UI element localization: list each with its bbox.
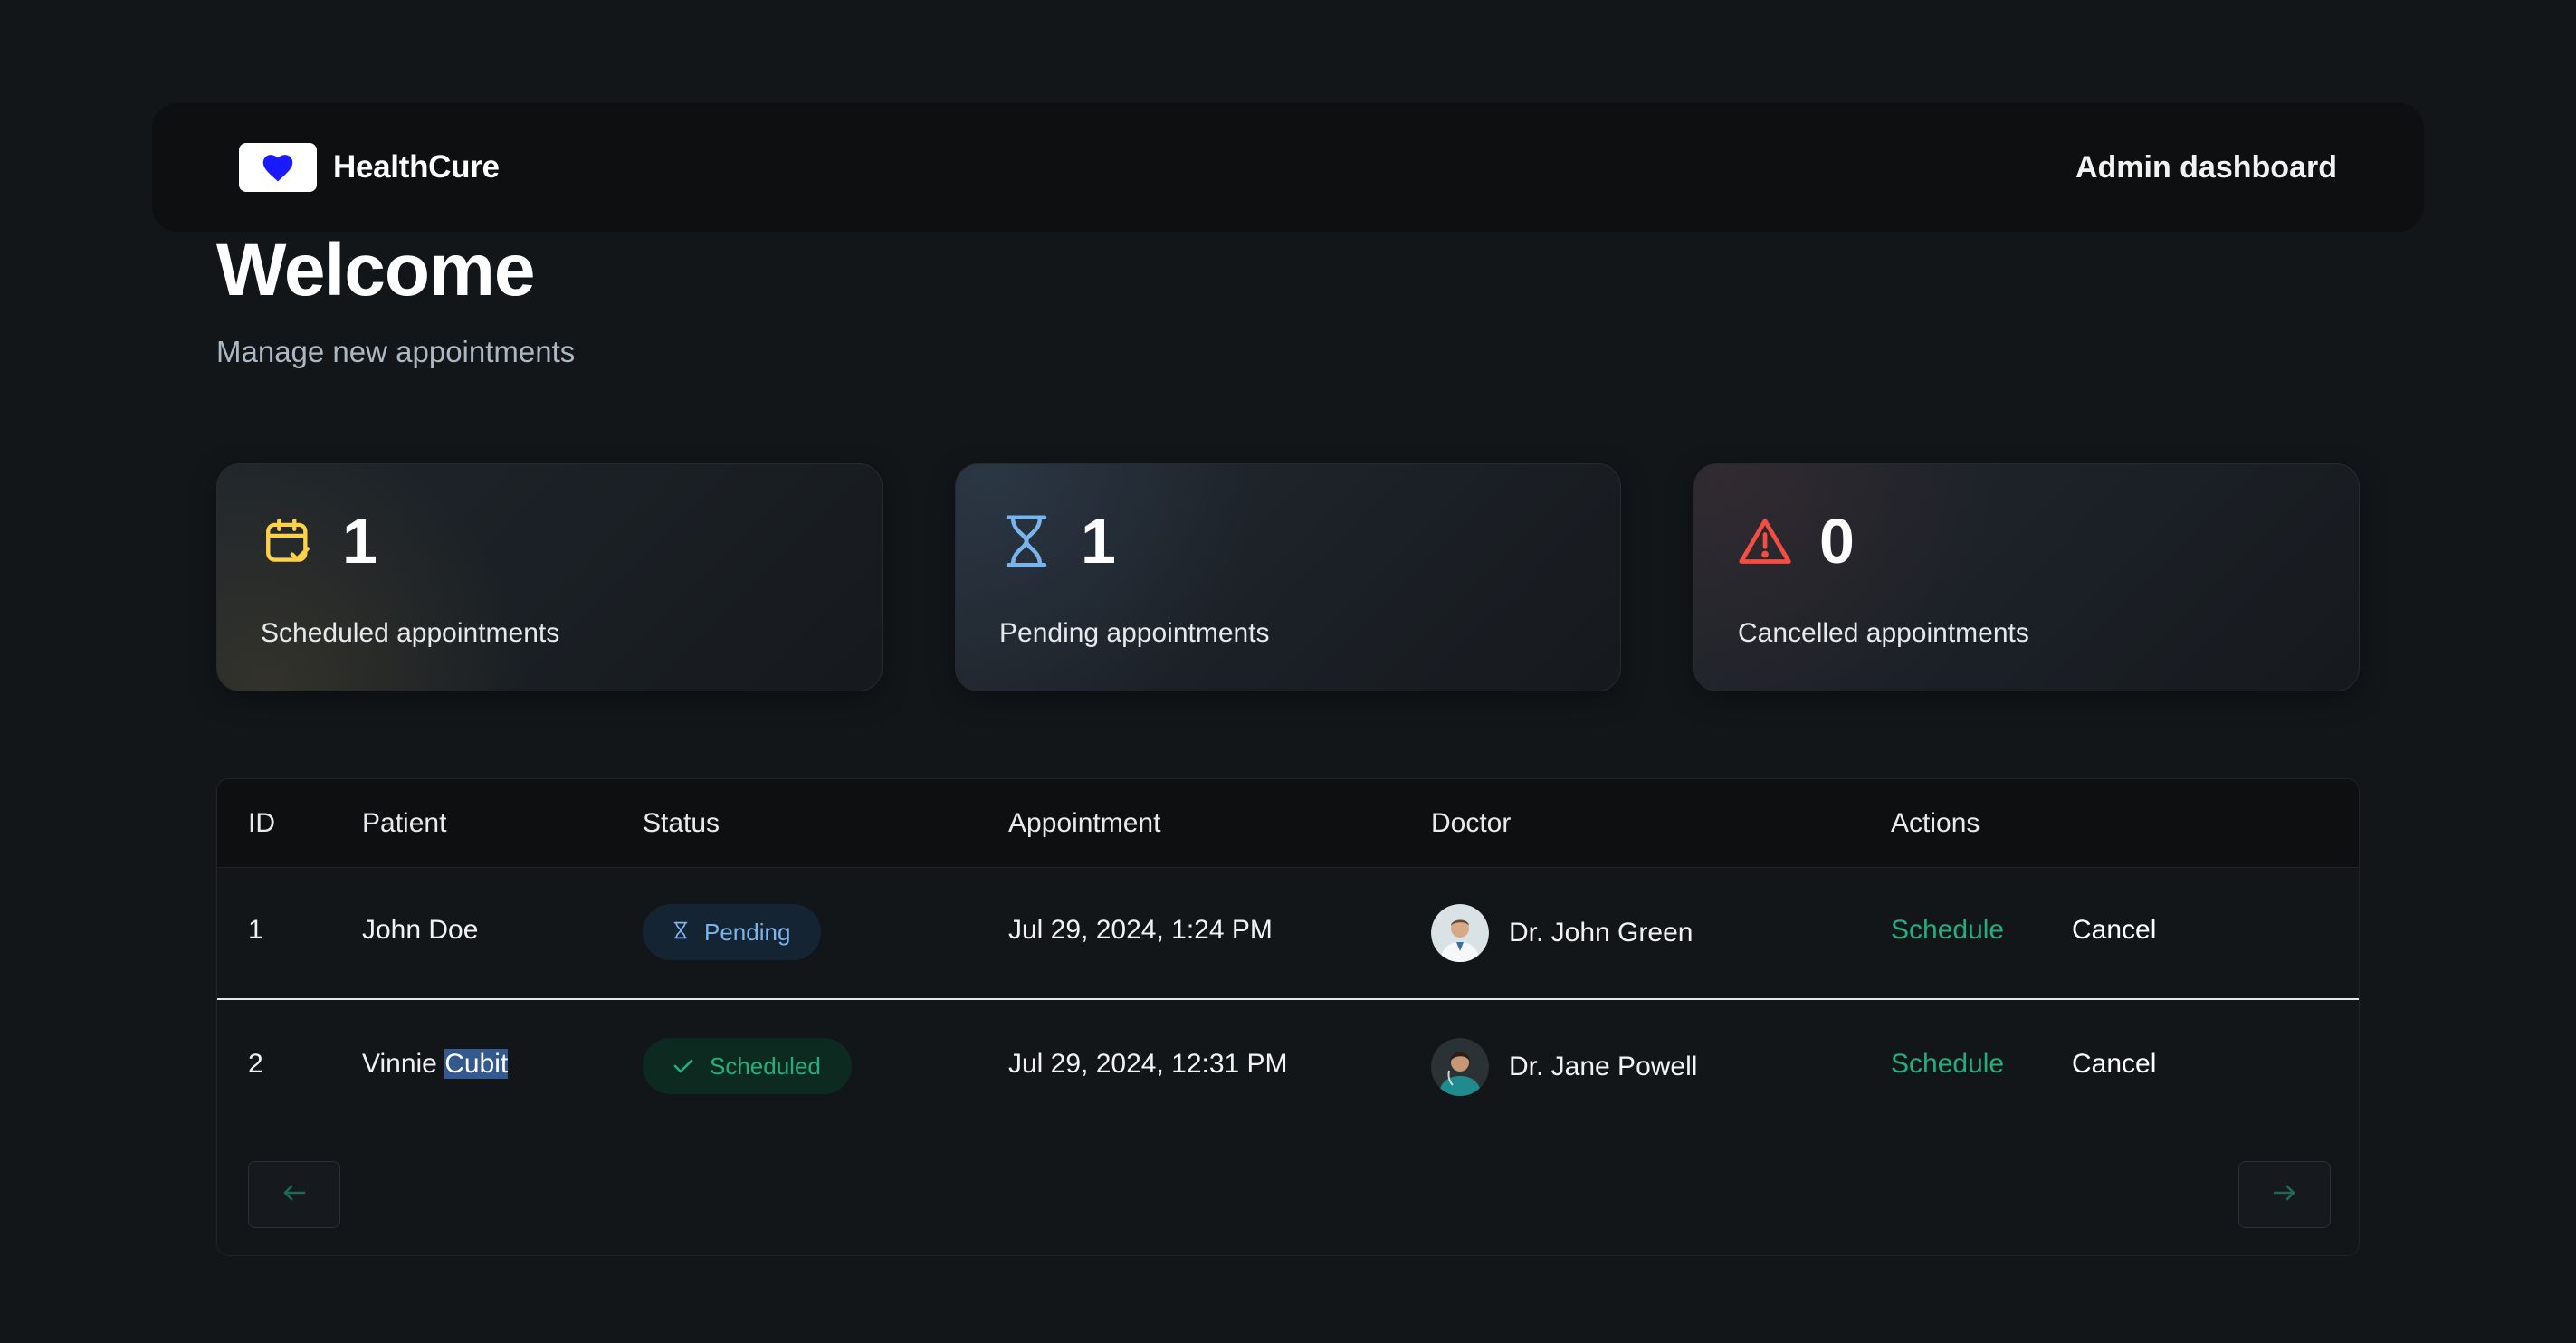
column-header-patient: Patient — [362, 808, 447, 838]
stat-count: 1 — [1081, 506, 1116, 576]
status-label: Scheduled — [710, 1052, 821, 1080]
stat-label: Cancelled appointments — [1738, 618, 2029, 648]
stat-count: 1 — [342, 506, 377, 576]
admin-dashboard-page: HealthCure Admin dashboard Welcome Manag… — [0, 0, 2576, 1343]
patient-first-name: Vinnie — [362, 1049, 437, 1079]
avatar — [1431, 1038, 1489, 1096]
top-header: HealthCure Admin dashboard — [152, 103, 2424, 232]
hourglass-icon — [999, 514, 1054, 568]
avatar — [1431, 904, 1489, 962]
cell-doctor: Dr. Jane Powell — [1431, 1038, 1697, 1096]
column-header-doctor: Doctor — [1431, 808, 1512, 838]
column-header-appointment: Appointment — [1008, 808, 1161, 838]
arrow-left-icon — [282, 1184, 306, 1206]
brand-name: HealthCure — [333, 149, 500, 185]
stat-card-pending: 1 Pending appointments — [955, 463, 1621, 691]
cell-patient: John Doe — [362, 915, 479, 945]
stat-card-scheduled: 1 Scheduled appointments — [216, 463, 883, 691]
cancel-button[interactable]: Cancel — [2072, 1049, 2156, 1080]
status-label: Pending — [704, 918, 791, 946]
stat-card-cancelled: 0 Cancelled appointments — [1693, 463, 2360, 691]
schedule-button[interactable]: Schedule — [1891, 1049, 2004, 1080]
stat-count: 0 — [1819, 506, 1855, 576]
table-row: 2 Vinnie Cubit Scheduled Jul 29, 2024, 1… — [217, 1002, 2359, 1134]
doctor-name: Dr. Jane Powell — [1509, 1052, 1698, 1081]
cell-appointment: Jul 29, 2024, 12:31 PM — [1008, 1049, 1288, 1079]
brand-logo[interactable]: HealthCure — [239, 143, 500, 192]
calendar-check-icon — [261, 514, 315, 568]
table-row: 1 John Doe Pending Jul 29, 2024, 1:24 PM — [217, 868, 2359, 1000]
next-page-button[interactable] — [2238, 1161, 2331, 1228]
cell-appointment: Jul 29, 2024, 1:24 PM — [1008, 915, 1273, 945]
doctor-name: Dr. John Green — [1509, 918, 1693, 948]
cell-patient: Vinnie Cubit — [362, 1049, 509, 1080]
status-badge-scheduled: Scheduled — [643, 1038, 852, 1094]
heart-icon — [239, 143, 317, 192]
cancel-button[interactable]: Cancel — [2072, 915, 2156, 946]
appointments-table: ID Patient Status Appointment Doctor Act… — [216, 778, 2360, 1256]
admin-dashboard-label: Admin dashboard — [2075, 149, 2337, 185]
status-badge-pending: Pending — [643, 904, 822, 960]
alert-triangle-icon — [1738, 514, 1792, 568]
check-icon — [673, 1052, 693, 1081]
cell-doctor: Dr. John Green — [1431, 904, 1693, 962]
page-subtitle: Manage new appointments — [216, 335, 576, 368]
page-title: Welcome — [216, 229, 536, 311]
cell-id: 2 — [248, 1049, 263, 1079]
arrow-right-icon — [2273, 1184, 2296, 1206]
cell-id: 1 — [248, 915, 263, 945]
hourglass-icon — [673, 919, 688, 947]
column-header-actions: Actions — [1891, 808, 1980, 838]
column-header-status: Status — [643, 808, 720, 838]
schedule-button[interactable]: Schedule — [1891, 915, 2004, 946]
stat-label: Scheduled appointments — [261, 618, 560, 648]
stat-label: Pending appointments — [999, 618, 1270, 648]
selected-text: Cubit — [444, 1049, 509, 1079]
table-header: ID Patient Status Appointment Doctor Act… — [217, 779, 2359, 868]
column-header-id: ID — [248, 808, 275, 838]
previous-page-button[interactable] — [248, 1161, 340, 1228]
